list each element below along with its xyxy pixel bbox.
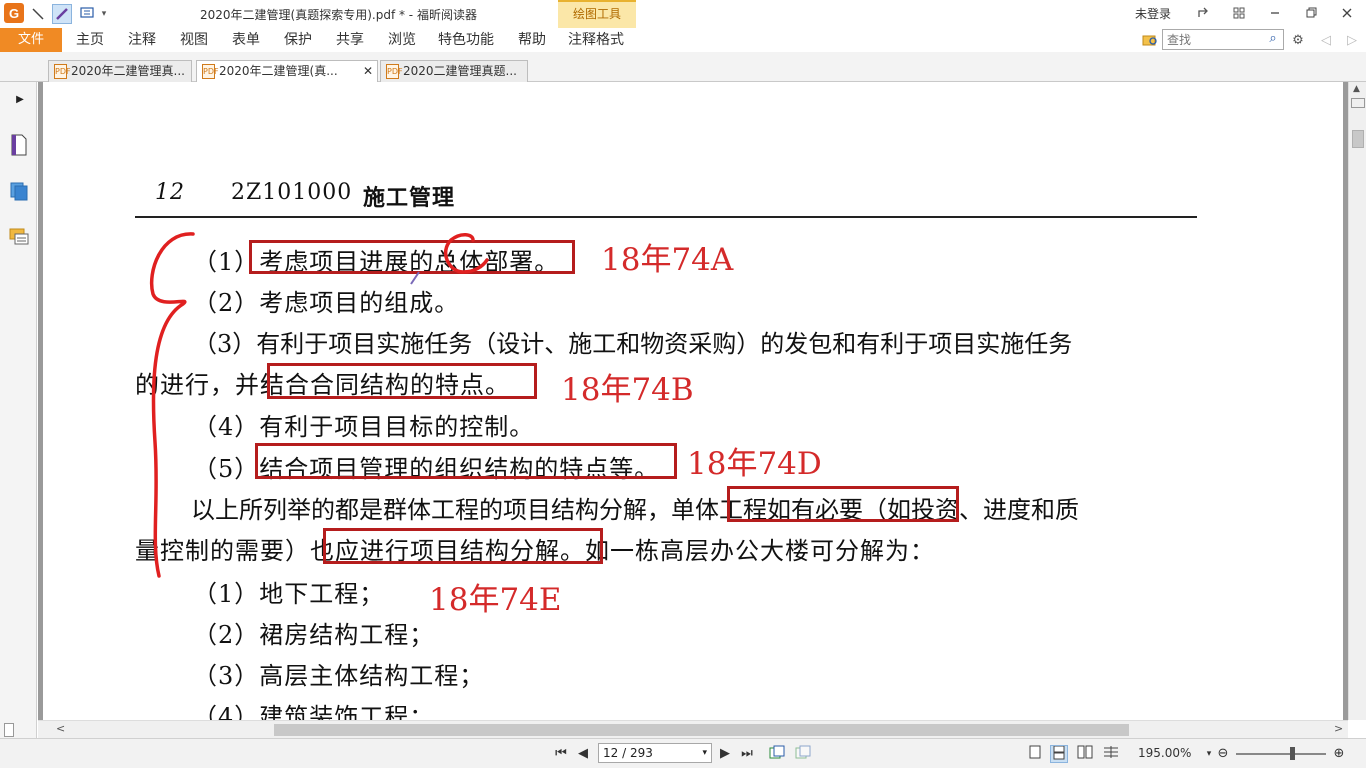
foxit-logo-icon[interactable]: G xyxy=(4,3,24,23)
close-window-button[interactable] xyxy=(1336,3,1358,23)
zoom-level[interactable]: 195.00% xyxy=(1138,746,1191,760)
foxit-reader-window: G ▾ 2020年二建管理(真题探索专用).pdf * - 福昕阅读器 绘图工具… xyxy=(0,0,1366,768)
restore-button[interactable] xyxy=(1300,3,1322,23)
menu-help[interactable]: 帮助 xyxy=(518,28,546,52)
document-tab-label: 2020年二建管理真... xyxy=(71,64,185,78)
navigation-sidebar: ▶ xyxy=(0,82,37,738)
next-view-icon[interactable] xyxy=(794,745,812,763)
menu-browse[interactable]: 浏览 xyxy=(388,28,416,52)
document-tab-label: 2020年二建管理(真... xyxy=(219,64,338,78)
layers-pages-icon[interactable] xyxy=(8,180,30,202)
scroll-right-arrow-icon[interactable]: > xyxy=(1334,722,1343,735)
line-tool-icon[interactable] xyxy=(28,4,48,24)
settings-gear-icon[interactable]: ⚙ xyxy=(1288,30,1308,50)
bracket-ink-stroke xyxy=(150,232,195,578)
horizontal-scrollbar[interactable]: < > xyxy=(4,720,1348,738)
menu-special-features[interactable]: 特色功能 xyxy=(438,28,494,52)
pdf-page[interactable]: 12 2Z101000 施工管理 （1）考虑项目进展的总体部署。 （2）考虑项目… xyxy=(43,82,1343,720)
ribbon-menu-bar: 文件 主页 注释 视图 表单 保护 共享 浏览 特色功能 帮助 注释格式 ⌕ ⚙… xyxy=(0,28,1366,52)
continuous-view-icon[interactable] xyxy=(1050,745,1068,763)
menu-comment[interactable]: 注释 xyxy=(128,28,156,52)
single-page-view-icon[interactable] xyxy=(1026,745,1044,763)
page-indicator: 12 / 293 xyxy=(603,746,653,760)
document-viewport[interactable]: 12 2Z101000 施工管理 （1）考虑项目进展的总体部署。 （2）考虑项目… xyxy=(38,82,1348,720)
menu-form[interactable]: 表单 xyxy=(232,28,260,52)
scroll-left-arrow-icon[interactable]: < xyxy=(56,722,65,735)
menu-share[interactable]: 共享 xyxy=(336,28,364,52)
menu-view[interactable]: 视图 xyxy=(180,28,208,52)
facing-view-icon[interactable] xyxy=(1076,745,1094,763)
document-tab-label: 2020二建管理真题... xyxy=(403,64,517,78)
comments-panel-icon[interactable] xyxy=(8,226,30,248)
pencil-tool-icon[interactable] xyxy=(52,4,72,24)
document-tab-bar: PDF 2020年二建管理真... PDF 2020年二建管理(真... ✕ P… xyxy=(0,52,1366,82)
zoom-slider-track[interactable] xyxy=(1236,753,1326,755)
menu-comment-format[interactable]: 注释格式 xyxy=(568,28,624,52)
freehand-ink-layer xyxy=(150,232,489,578)
pdf-file-icon: PDF xyxy=(54,64,71,79)
document-tab-1[interactable]: PDF 2020年二建管理真... xyxy=(48,60,192,82)
last-page-icon[interactable]: ⏭ xyxy=(738,745,756,763)
next-page-icon[interactable]: ▶ xyxy=(716,745,734,763)
title-bar: G ▾ 2020年二建管理(真题探索专用).pdf * - 福昕阅读器 绘图工具… xyxy=(0,0,1366,28)
status-bar: ⏮ ◀ 12 / 293 ▾ ▶ ⏭ 195.00% ▾ ⊖ ⊕ xyxy=(0,738,1366,768)
menu-home[interactable]: 主页 xyxy=(76,28,104,52)
horizontal-scroll-thumb[interactable] xyxy=(274,724,1129,736)
scroll-up-arrow-icon[interactable]: ▲ xyxy=(1353,84,1360,94)
search-input[interactable] xyxy=(1163,30,1263,49)
document-tab-2[interactable]: PDF 2020年二建管理(真... ✕ xyxy=(196,60,378,82)
customize-dropdown-icon[interactable]: ▾ xyxy=(98,4,110,24)
forward-arrow-icon[interactable]: ▷ xyxy=(1342,30,1362,50)
window-title: 2020年二建管理(真题探索专用).pdf * - 福昕阅读器 xyxy=(200,8,477,22)
scroll-handle-icon[interactable] xyxy=(4,723,14,737)
comment-tool-icon[interactable] xyxy=(78,4,98,24)
back-arrow-icon[interactable]: ◁ xyxy=(1316,30,1336,50)
minimize-button[interactable] xyxy=(1264,3,1286,23)
pdf-file-icon: PDF xyxy=(202,64,219,79)
vertical-scroll-thumb[interactable] xyxy=(1352,130,1364,148)
find-folder-icon[interactable] xyxy=(1140,30,1160,50)
page-number-field[interactable]: 12 / 293 ▾ xyxy=(598,743,712,763)
circle-ink-stroke xyxy=(444,233,489,274)
split-view-icon[interactable] xyxy=(1351,98,1365,108)
pencil-cursor-mark xyxy=(410,271,420,285)
first-page-icon[interactable]: ⏮ xyxy=(552,745,570,763)
search-icon[interactable]: ⌕ xyxy=(1265,31,1281,47)
pdf-file-icon: PDF xyxy=(386,64,403,79)
zoom-in-icon[interactable]: ⊕ xyxy=(1330,745,1348,763)
share-icon[interactable] xyxy=(1192,3,1214,23)
page-dropdown-icon[interactable]: ▾ xyxy=(702,744,707,762)
page-thumbnails-icon[interactable] xyxy=(8,134,30,156)
drawing-tools-context-tab[interactable]: 绘图工具 xyxy=(558,0,636,28)
previous-view-icon[interactable] xyxy=(768,745,786,763)
search-box[interactable]: ⌕ xyxy=(1162,29,1284,50)
menu-protect[interactable]: 保护 xyxy=(284,28,312,52)
layout-icon[interactable] xyxy=(1228,3,1250,23)
continuous-facing-icon[interactable] xyxy=(1102,745,1120,763)
vertical-scrollbar[interactable]: ▲ xyxy=(1348,82,1366,720)
zoom-slider-thumb[interactable] xyxy=(1290,747,1295,760)
login-status[interactable]: 未登录 xyxy=(1135,5,1171,22)
file-menu-tab[interactable]: 文件 xyxy=(0,28,62,52)
tab-close-icon[interactable]: ✕ xyxy=(363,61,373,81)
expand-panel-icon[interactable]: ▶ xyxy=(14,88,26,110)
document-tab-3[interactable]: PDF 2020二建管理真题... xyxy=(380,60,528,82)
previous-page-icon[interactable]: ◀ xyxy=(574,745,592,763)
zoom-out-icon[interactable]: ⊖ xyxy=(1214,745,1232,763)
